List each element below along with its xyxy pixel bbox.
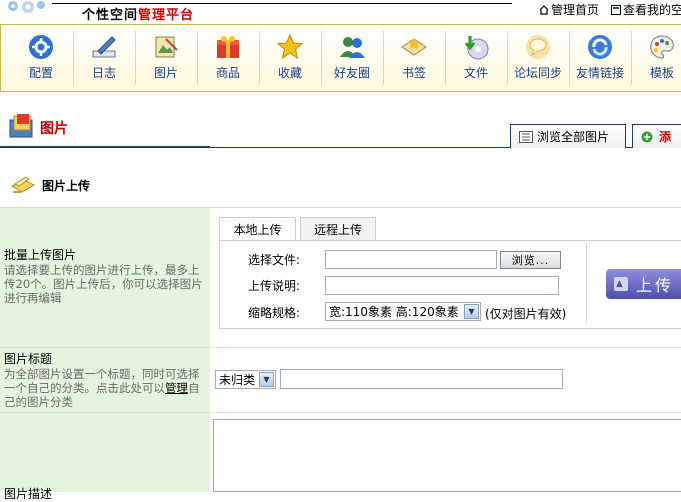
manage-category-link[interactable]: 管理 xyxy=(165,381,188,395)
home-icon xyxy=(539,4,549,15)
batch-upload-title: 批量上传图片 xyxy=(4,248,77,262)
forum-sync-icon xyxy=(526,35,550,59)
picture-icon xyxy=(155,36,178,58)
picture-folder-icon xyxy=(9,114,33,138)
browse-button[interactable]: 浏览... xyxy=(500,251,561,269)
site-title: 个性空间管理平台 xyxy=(82,8,195,23)
upload-desc-label: 上传说明: xyxy=(247,279,300,293)
thumb-size-label: 缩略规格: xyxy=(247,306,300,320)
main-toolbar: 配置 日志 图片 商品 收藏 好友圈 书签 文件 论坛同步 友情链接 模板 xyxy=(0,24,681,92)
tab-remote-upload[interactable]: 远程上传 xyxy=(300,217,376,240)
picture-title-description: 为全部图片设置一个标题，同时可选择一个自己的分类。点击此处可以管理自己的图片分类 xyxy=(4,367,200,409)
picture-desc-label-cell: 图片描述 xyxy=(0,413,210,501)
toolbar-item-config[interactable]: 配置 xyxy=(11,25,71,91)
row-divider xyxy=(210,412,681,413)
picture-title-input[interactable] xyxy=(280,369,563,389)
page-title-underline xyxy=(0,146,210,148)
upload-divider xyxy=(586,243,587,323)
friends-icon xyxy=(340,37,365,58)
toolbar-item-templates[interactable]: 模板 xyxy=(632,25,681,91)
toolbar-item-forum-sync[interactable]: 论坛同步 xyxy=(508,25,568,91)
toolbar-item-goods[interactable]: 商品 xyxy=(198,25,258,91)
file-path-input[interactable] xyxy=(325,250,497,269)
upload-button[interactable]: ▲ 上传 xyxy=(606,269,681,299)
toolbar-item-friends[interactable]: 好友圈 xyxy=(322,25,382,91)
page-title: 图片 xyxy=(40,121,68,137)
pen-icon xyxy=(92,36,116,58)
upload-desc-input[interactable] xyxy=(325,276,559,295)
logo-icon xyxy=(8,1,45,13)
star-icon xyxy=(276,33,304,60)
picture-desc-textarea[interactable] xyxy=(213,419,681,492)
picture-desc-heading: 图片描述 xyxy=(4,487,53,501)
add-circle-icon xyxy=(641,131,653,142)
bookmark-icon xyxy=(401,37,427,56)
file-download-icon xyxy=(464,36,489,60)
tab-local-upload[interactable]: 本地上传 xyxy=(219,217,296,241)
list-icon xyxy=(519,130,533,143)
thumb-size-note: (仅对图片有效) xyxy=(485,307,567,321)
section-header: 图片上传 xyxy=(0,170,90,200)
chevron-down-icon: ▼ xyxy=(464,304,479,319)
toolbar-item-picture[interactable]: 图片 xyxy=(136,25,196,91)
top-header: 个性空间管理平台 管理首页 查看我的空 xyxy=(0,0,681,23)
view-space-icon xyxy=(611,4,621,15)
toolbar-item-files[interactable]: 文件 xyxy=(446,25,506,91)
picture-title-label-cell: 图片标题 为全部图片设置一个标题，同时可选择一个自己的分类。点击此处可以管理自己… xyxy=(0,348,210,413)
thumb-size-select[interactable]: 宽:110象素 高:120象素 ▼ xyxy=(325,302,481,321)
category-select[interactable]: 未归类 ▼ xyxy=(215,370,276,389)
palette-icon xyxy=(650,35,674,59)
chevron-down-icon: ▼ xyxy=(259,372,274,387)
section-title: 图片上传 xyxy=(42,178,91,193)
toolbar-item-links[interactable]: 友情链接 xyxy=(570,25,630,91)
batch-upload-label-cell: 批量上传图片 请选择要上传的图片进行上传，最多上传20个。图片上传后，你可以选择… xyxy=(0,208,210,348)
toolbar-item-log[interactable]: 日志 xyxy=(74,25,134,91)
view-my-space-link[interactable]: 查看我的空 xyxy=(611,1,681,18)
toolbar-item-bookmarks[interactable]: 书签 xyxy=(384,25,444,91)
tab-browse-all-pictures[interactable]: 浏览全部图片 xyxy=(510,124,626,148)
picture-title-heading: 图片标题 xyxy=(4,352,53,366)
row-divider xyxy=(210,347,681,348)
batch-upload-description: 请选择要上传的图片进行上传，最多上传20个。图片上传后，你可以选择图片进行再编辑 xyxy=(4,263,203,305)
link-icon xyxy=(588,35,612,59)
upload-arrow-icon: ▲ xyxy=(614,277,628,291)
toolbar-item-favorites[interactable]: 收藏 xyxy=(260,25,320,91)
page-header: 图片 浏览全部图片 添 xyxy=(0,104,681,150)
upload-folder-icon xyxy=(10,176,36,193)
tab-add[interactable]: 添 xyxy=(632,124,681,148)
gear-icon xyxy=(29,35,53,59)
file-label: 选择文件: xyxy=(247,253,300,267)
gift-icon xyxy=(217,36,239,58)
manage-home-link[interactable]: 管理首页 xyxy=(539,1,599,18)
